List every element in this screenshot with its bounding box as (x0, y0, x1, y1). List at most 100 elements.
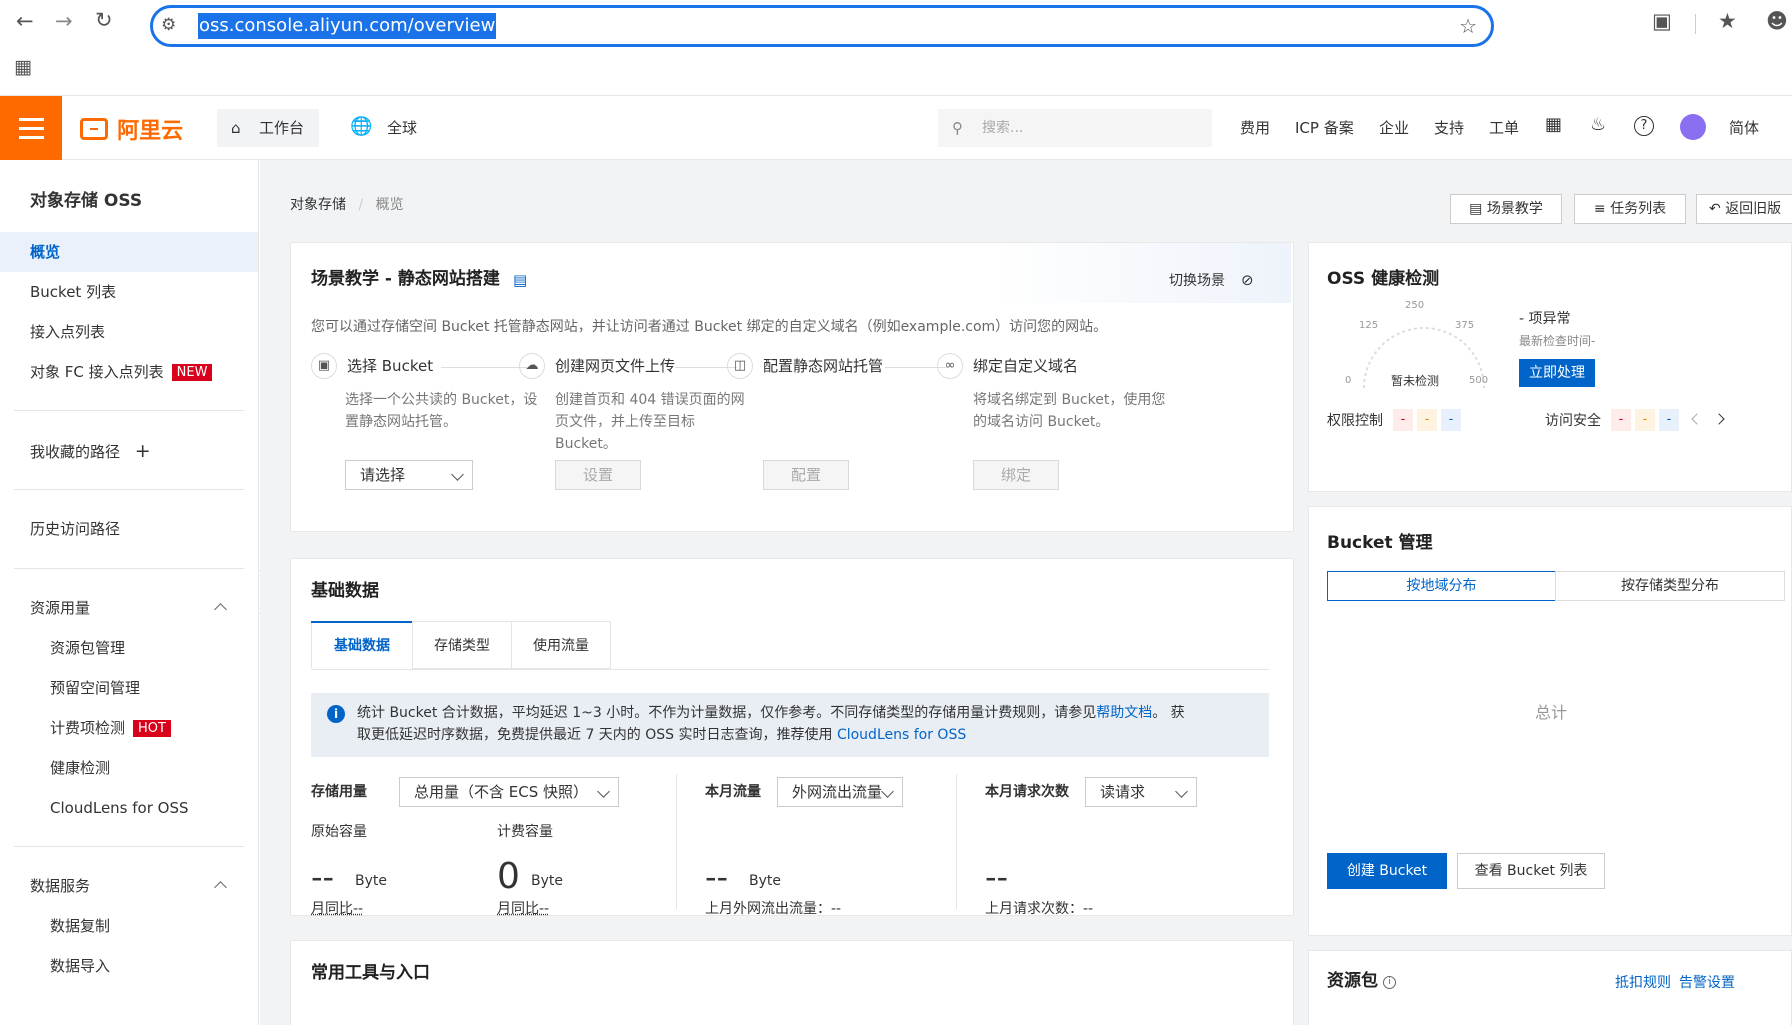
apps-grid-icon[interactable]: ▦ (14, 58, 32, 77)
nav-link-ticket[interactable]: 工单 (1489, 118, 1519, 138)
configure-button[interactable]: 配置 (763, 460, 849, 490)
add-icon[interactable]: + (135, 440, 151, 462)
scene-tutorial-button[interactable]: ▤ 场景教学 (1450, 194, 1562, 224)
sidebar-item-favorites[interactable]: 我收藏的路径 + (30, 441, 151, 462)
storage-usage-select[interactable]: 总用量（不含 ECS 快照） (399, 777, 619, 807)
site-info-icon[interactable]: ⚙ (161, 17, 176, 34)
unit-label: Byte (749, 873, 781, 889)
back-arrow-icon[interactable]: ← (16, 11, 34, 32)
workbench-button[interactable]: ⌂ 工作台 (217, 109, 319, 147)
cloudlens-link[interactable]: CloudLens for OSS (837, 727, 966, 743)
clipboard-icon[interactable]: ▤ (513, 270, 527, 290)
terminal-icon[interactable]: ▦ (1545, 115, 1562, 135)
sidebar-item-billing-check[interactable]: 计费项检测 HOT (50, 718, 171, 738)
sidebar-item-overview[interactable]: 概览 (0, 232, 258, 272)
tab-basic-data[interactable]: 基础数据 (311, 621, 413, 669)
nav-link-billing[interactable]: 费用 (1240, 118, 1270, 138)
info-icon[interactable]: i (1383, 976, 1396, 989)
menu-line (19, 118, 44, 121)
url-text[interactable]: oss.console.aliyun.com/overview (198, 13, 497, 39)
setup-button[interactable]: 设置 (555, 460, 641, 490)
sidebar-item-endpoints[interactable]: 接入点列表 (30, 322, 105, 342)
notice-line-2: 取更低延迟时序数据，免费提供最近 7 天内的 OSS 实时日志查询，推荐使用 C… (357, 725, 966, 745)
step-title: 绑定自定义域名 (973, 357, 1079, 375)
bell-icon[interactable]: ♨ (1590, 115, 1606, 135)
nav-link-icp[interactable]: ICP 备案 (1295, 118, 1354, 138)
tab-traffic[interactable]: 使用流量 (511, 621, 611, 669)
traffic-select[interactable]: 外网流出流量 (777, 777, 903, 807)
link-icon: ∞ (937, 353, 963, 379)
requests-value: -- (985, 858, 1009, 896)
sidebar-item-label: 对象 FC 接入点列表 (30, 363, 164, 381)
sidebar-group-resource-usage[interactable]: 资源用量 (30, 598, 90, 618)
sidebar-item-health-check[interactable]: 健康检测 (50, 758, 110, 778)
sidebar-item-reserved-space[interactable]: 预留空间管理 (50, 678, 140, 698)
alert-settings-link[interactable]: 告警设置 (1679, 973, 1735, 993)
button-label: 返回旧版 (1725, 201, 1782, 217)
create-bucket-button[interactable]: 创建 Bucket (1327, 853, 1447, 889)
extensions-icon[interactable]: ▣ (1652, 11, 1672, 32)
new-badge: NEW (171, 364, 213, 381)
tab-by-storage-type[interactable]: 按存储类型分布 (1555, 571, 1785, 601)
switch-scene-button[interactable]: 切换场景 (1169, 271, 1225, 291)
eye-off-icon[interactable]: ⊘ (1241, 270, 1254, 290)
bucket-select[interactable]: 请选择 (345, 460, 473, 490)
tab-baseline (311, 669, 1269, 670)
info-icon: i (327, 705, 345, 723)
nav-link-support[interactable]: 支持 (1434, 118, 1464, 138)
billing-mom: 月同比-- (497, 901, 550, 917)
tab-by-region[interactable]: 按地域分布 (1327, 571, 1556, 601)
basic-data-card: 基础数据 基础数据 存储类型 使用流量 i 统计 Bucket 合计数据，平均延… (290, 558, 1294, 917)
menu-toggle-button[interactable] (0, 96, 62, 160)
upload-cloud-icon: ☁ (519, 353, 545, 379)
billing-capacity-value: 0 (497, 856, 520, 897)
chevron-up-icon[interactable] (214, 881, 227, 894)
sidebar-item-history[interactable]: 历史访问路径 (30, 519, 120, 539)
bind-domain-button[interactable]: 绑定 (973, 460, 1059, 490)
help-icon[interactable]: ? (1634, 116, 1654, 136)
nav-link-enterprise[interactable]: 企业 (1379, 118, 1409, 138)
address-bar[interactable]: ⚙ oss.console.aliyun.com/overview ☆ (150, 5, 1494, 47)
tab-storage-type[interactable]: 存储类型 (412, 621, 512, 669)
chevron-left-icon[interactable] (1691, 413, 1703, 425)
fix-now-button[interactable]: 立即处理 (1519, 359, 1595, 387)
view-bucket-list-button[interactable]: 查看 Bucket 列表 (1457, 853, 1605, 889)
help-doc-link[interactable]: 帮助文档 (1096, 705, 1152, 721)
sidebar-item-cloudlens[interactable]: CloudLens for OSS (50, 798, 189, 818)
profile-icon[interactable]: ☻ (1766, 11, 1788, 32)
sidebar-item-data-replication[interactable]: 数据复制 (50, 916, 110, 936)
requests-select[interactable]: 读请求 (1085, 777, 1197, 807)
hot-badge: HOT (133, 720, 171, 737)
bookmark-star-icon[interactable]: ☆ (1459, 16, 1477, 36)
avatar[interactable] (1680, 114, 1706, 140)
sidebar-group-data-service[interactable]: 数据服务 (30, 876, 90, 896)
region-selector[interactable]: 全球 (387, 118, 417, 138)
forward-arrow-icon[interactable]: → (55, 11, 73, 32)
sidebar-item-fc-endpoints[interactable]: 对象 FC 接入点列表 NEW (30, 362, 213, 382)
favorites-icon[interactable]: ★ (1718, 11, 1737, 32)
reload-icon[interactable]: ↻ (95, 10, 113, 31)
search-input[interactable]: ⚲ 搜索... (938, 109, 1212, 147)
back-old-version-button[interactable]: ↶ 返回旧版 (1696, 194, 1792, 224)
gauge-tick: 500 (1469, 375, 1489, 386)
access-security-label: 访问安全 (1545, 413, 1601, 429)
breadcrumb-root[interactable]: 对象存储 (290, 197, 346, 213)
deduction-rules-link[interactable]: 抵扣规则 (1615, 973, 1671, 993)
book-icon: ▤ (1469, 201, 1487, 217)
last-month-traffic: 上月外网流出流量：-- (705, 901, 842, 917)
raw-capacity-label: 原始容量 (311, 824, 367, 840)
chevron-right-icon[interactable] (1713, 413, 1725, 425)
language-selector[interactable]: 简体 (1729, 118, 1759, 138)
divider (14, 410, 244, 411)
resource-package-card: 资源包 i 抵扣规则 告警设置 (1308, 950, 1792, 1025)
chevron-up-icon[interactable] (214, 603, 227, 616)
main-content: 对象存储 / 概览 ▤ 场景教学 ≡ 任务列表 ↶ 返回旧版 场景教学 - 静态… (260, 160, 1792, 1025)
step-description: 页文件，并上传至目标 (555, 414, 695, 430)
globe-icon[interactable]: 🌐 (350, 117, 372, 137)
sidebar-item-data-import[interactable]: 数据导入 (50, 956, 110, 976)
sidebar-item-bucket-list[interactable]: Bucket 列表 (30, 282, 116, 302)
chevron-down-icon (597, 785, 610, 798)
task-list-button[interactable]: ≡ 任务列表 (1574, 194, 1686, 224)
sidebar-item-resource-pkg[interactable]: 资源包管理 (50, 638, 125, 658)
aliyun-logo[interactable]: 阿里云 (80, 113, 183, 144)
